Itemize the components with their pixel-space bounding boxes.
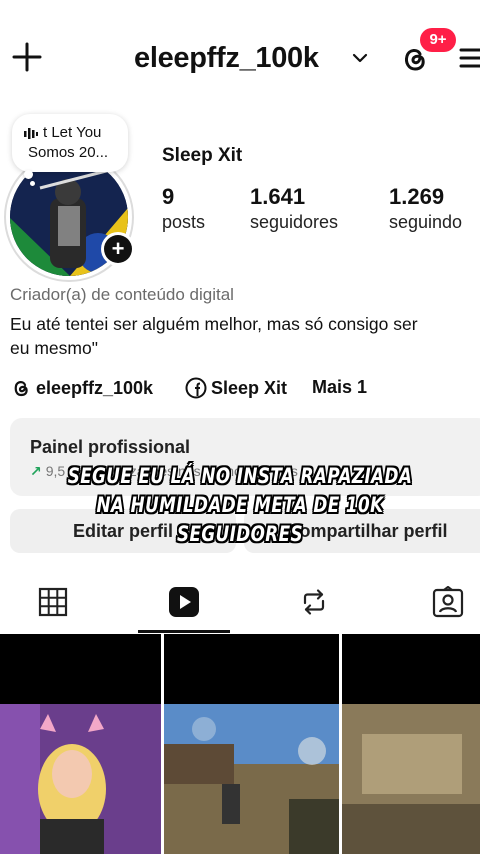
reels-grid bbox=[0, 634, 480, 854]
hamburger-menu-icon[interactable] bbox=[458, 46, 480, 70]
stat-followers-value: 1.641 bbox=[250, 184, 306, 209]
profile-category: Criador(a) de conteúdo digital bbox=[10, 285, 234, 304]
stat-following-value: 1.269 bbox=[389, 184, 445, 209]
caption-line-3: SEGUIDORES bbox=[177, 522, 303, 546]
reel-thumbnail[interactable] bbox=[164, 634, 339, 854]
create-plus-icon[interactable] bbox=[12, 42, 42, 72]
facebook-icon bbox=[185, 377, 207, 399]
reel-thumbnail[interactable] bbox=[342, 634, 480, 854]
stat-followers[interactable]: 1.641 seguidores bbox=[250, 184, 338, 233]
note-tail-small bbox=[30, 181, 35, 186]
bio-line-2: eu mesmo" bbox=[10, 338, 98, 358]
profile-bio: Eu até tentei ser alguém melhor, mas só … bbox=[10, 312, 480, 360]
stat-posts[interactable]: 9 posts bbox=[162, 184, 205, 233]
bio-line-1: Eu até tentei ser alguém melhor, mas só … bbox=[10, 314, 418, 334]
facebook-link-label: Sleep Xit bbox=[211, 377, 288, 398]
account-username[interactable]: eleepffz_100k bbox=[134, 42, 319, 75]
caption-line-2: NA HUMILDADE META DE 10K bbox=[96, 493, 384, 517]
active-tab-indicator bbox=[138, 630, 230, 633]
note-tail bbox=[24, 170, 33, 179]
more-links[interactable]: Mais 1 bbox=[312, 377, 367, 398]
music-bars-icon bbox=[24, 127, 38, 139]
reels-tab-icon[interactable] bbox=[168, 586, 200, 618]
stat-following-label: seguindo bbox=[389, 212, 463, 232]
trend-up-icon: ↗ bbox=[30, 463, 42, 479]
caption-line-1: SEGUE EU LÁ NO INSTA RAPAZIADA bbox=[67, 464, 413, 488]
notification-badge: 9+ bbox=[420, 28, 456, 52]
reposts-tab-icon[interactable] bbox=[298, 586, 330, 618]
note-artist: Somos 20... bbox=[28, 144, 109, 161]
stat-followers-label: seguidores bbox=[250, 212, 339, 232]
note-song-title: t Let You bbox=[43, 124, 102, 141]
grid-tab-icon[interactable] bbox=[37, 586, 69, 618]
video-caption-overlay: SEGUE EU LÁ NO INSTA RAPAZIADA NA HUMILD… bbox=[48, 462, 432, 549]
plus-icon: + bbox=[104, 235, 132, 263]
profile-note[interactable]: t Let You Somos 20... bbox=[12, 114, 128, 172]
chevron-down-icon[interactable] bbox=[352, 50, 368, 66]
display-name: Sleep Xit bbox=[162, 145, 243, 166]
more-links-label: Mais 1 bbox=[312, 377, 368, 397]
panel-title: Painel profissional bbox=[30, 437, 191, 457]
stat-following[interactable]: 1.269 seguindo bbox=[389, 184, 462, 233]
threads-icon bbox=[14, 381, 28, 397]
add-story-button[interactable]: + bbox=[101, 232, 135, 266]
facebook-link[interactable]: Sleep Xit bbox=[185, 377, 287, 399]
threads-link-label: eleepffz_100k bbox=[36, 377, 154, 398]
note-music-line: t Let You bbox=[24, 124, 101, 141]
top-bar: eleepffz_100k 9+ bbox=[0, 0, 480, 100]
tagged-tab-icon[interactable] bbox=[432, 586, 464, 618]
stat-posts-value: 9 bbox=[162, 184, 175, 209]
content-tabs bbox=[0, 576, 480, 634]
threads-link[interactable]: eleepffz_100k bbox=[10, 377, 153, 399]
reel-thumbnail[interactable] bbox=[0, 634, 161, 854]
stat-posts-label: posts bbox=[162, 212, 206, 232]
